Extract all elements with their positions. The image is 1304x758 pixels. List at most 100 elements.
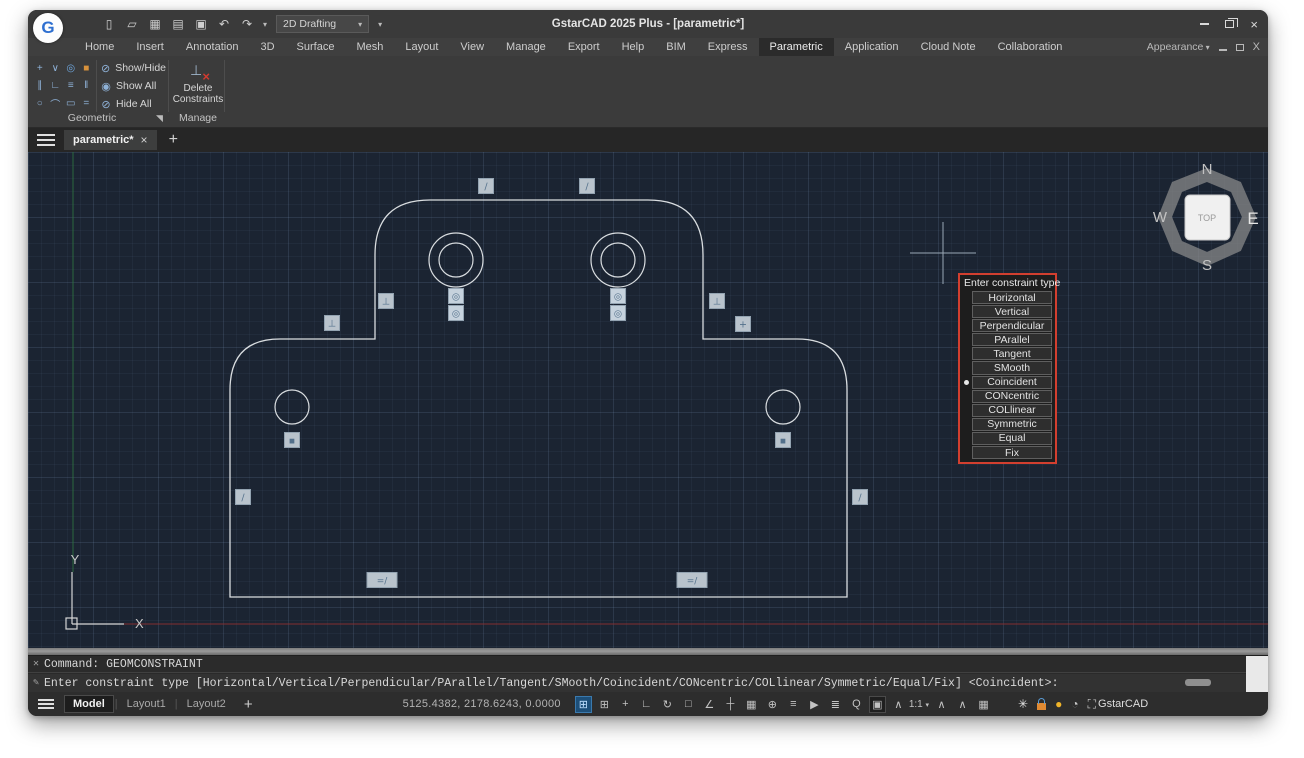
ribbon-tab-collaboration[interactable]: Collaboration [987, 38, 1074, 56]
ribbon-tab-3d[interactable]: 3D [249, 38, 285, 56]
object-snap-icon[interactable]: □ [680, 696, 697, 713]
settings-gear-icon[interactable]: ✳ [1018, 697, 1028, 711]
ribbon-tab-surface[interactable]: Surface [286, 38, 346, 56]
horizontal-constraint-icon[interactable]: ≡ [63, 77, 79, 94]
panel-launcher-icon[interactable]: ◥ [156, 113, 163, 124]
delete-constraints-button[interactable]: ⊥× Delete Constraints [171, 59, 225, 113]
print-icon[interactable]: ▣ [194, 17, 208, 31]
annotation-visibility-icon[interactable]: ∧ [933, 696, 950, 713]
menu-hamburger-icon[interactable] [37, 134, 55, 146]
3d-object-snap-icon[interactable]: ▦ [743, 696, 760, 713]
view-cube[interactable]: TOP N W E S [1152, 162, 1262, 272]
popup-item-equal[interactable]: Equal [972, 432, 1052, 445]
ribbon-tab-view[interactable]: View [449, 38, 495, 56]
redo-icon[interactable]: ↷ [240, 17, 254, 31]
angle-snap-icon[interactable]: ∠ [701, 696, 718, 713]
drawing-circle-3[interactable] [601, 243, 635, 277]
doc-close-button[interactable]: X [1253, 41, 1260, 53]
snap-reference-icon[interactable]: ┼ [722, 696, 739, 713]
ribbon-tab-layout[interactable]: Layout [394, 38, 449, 56]
drawing-svg[interactable]: YX∕∕⊥⊥⊥+◎◎◎◎▪▪∕∕=∕=∕ [28, 152, 1268, 648]
command-prompt-line[interactable]: Enter constraint type [Horizontal/Vertic… [44, 677, 1058, 690]
show-all-button[interactable]: ◉Show All [100, 77, 166, 95]
vertical-constraint-icon[interactable]: ‖ [79, 77, 95, 94]
tab-close-icon[interactable]: × [141, 133, 148, 147]
annotation-scale-icon[interactable]: ∧ [890, 696, 907, 713]
popup-item-concentric[interactable]: CONcentric [972, 390, 1052, 403]
popup-item-symmetric[interactable]: Symmetric [972, 418, 1052, 431]
hide-all-button[interactable]: ⊘Hide All [100, 95, 166, 113]
layout-tab-layout1[interactable]: Layout1 [119, 695, 174, 713]
doc-minimize-button[interactable] [1219, 49, 1227, 51]
minimize-button[interactable] [1200, 23, 1209, 25]
toolbar-options-icon[interactable]: ▾ [378, 20, 382, 29]
snap-mode-icon[interactable]: ⊞ [575, 696, 592, 713]
new-layout-button[interactable]: + [244, 696, 253, 713]
ribbon-tab-export[interactable]: Export [557, 38, 611, 56]
grid-display-icon[interactable]: ⊞ [596, 696, 613, 713]
open-folder-icon[interactable]: ▱ [125, 17, 139, 31]
layout-tab-model[interactable]: Model [64, 695, 114, 713]
command-scrollbar[interactable] [1246, 656, 1268, 692]
drawing-circle-5[interactable] [766, 390, 800, 424]
close-button[interactable]: × [1250, 18, 1258, 31]
popup-item-vertical[interactable]: Vertical [972, 305, 1052, 318]
ribbon-tab-annotation[interactable]: Annotation [175, 38, 250, 56]
undo-icon[interactable]: ↶ [217, 17, 231, 31]
zoom-icon[interactable]: Q [848, 696, 865, 713]
polar-tracking-icon[interactable]: ↻ [659, 696, 676, 713]
symmetric-constraint-icon[interactable]: ▭ [63, 95, 79, 112]
command-window-grip[interactable] [28, 648, 1268, 656]
collinear-constraint-icon[interactable]: ∨ [48, 60, 64, 77]
new-tab-button[interactable]: + [169, 131, 178, 149]
smooth-constraint-icon[interactable]: ⌒ [48, 95, 64, 112]
ribbon-tab-manage[interactable]: Manage [495, 38, 557, 56]
perpendicular-constraint-icon[interactable]: ∟ [48, 77, 64, 94]
object-tracking-icon[interactable]: ⊕ [764, 696, 781, 713]
ribbon-tab-application[interactable]: Application [834, 38, 910, 56]
drawing-circle-0[interactable] [429, 233, 483, 287]
ribbon-tab-help[interactable]: Help [611, 38, 656, 56]
undo-dropdown-icon[interactable]: ▾ [263, 20, 267, 29]
document-tab[interactable]: parametric* × [64, 130, 157, 150]
ribbon-tab-cloud-note[interactable]: Cloud Note [910, 38, 987, 56]
fix-constraint-icon[interactable]: ■ [79, 60, 95, 77]
drawing-circle-1[interactable] [439, 243, 473, 277]
coincident-constraint-icon[interactable]: + [32, 60, 48, 77]
popup-item-smooth[interactable]: SMooth [972, 361, 1052, 374]
layout-tab-layout2[interactable]: Layout2 [179, 695, 234, 713]
concentric-constraint-icon[interactable]: ◎ [63, 60, 79, 77]
ribbon-tab-home[interactable]: Home [74, 38, 125, 56]
annotation-scale-value[interactable]: 1:1 ▾ [909, 699, 929, 710]
restore-button[interactable] [1225, 20, 1234, 28]
ribbon-tab-insert[interactable]: Insert [125, 38, 175, 56]
popup-item-tangent[interactable]: Tangent [972, 347, 1052, 360]
ribbon-tab-mesh[interactable]: Mesh [345, 38, 394, 56]
workspace-dropdown[interactable]: 2D Drafting ▾ [276, 15, 369, 33]
popup-item-perpendicular[interactable]: Perpendicular [972, 319, 1052, 332]
app-logo[interactable]: G [33, 13, 63, 43]
fullscreen-icon[interactable]: ⛶ [1088, 697, 1096, 712]
new-file-icon[interactable]: ▯ [102, 17, 116, 31]
lightbulb-icon[interactable]: ● [1055, 697, 1062, 711]
lock-icon[interactable] [1037, 703, 1046, 710]
workspace-switch-icon[interactable]: ▣ [869, 696, 886, 713]
tangent-constraint-icon[interactable]: ○ [32, 95, 48, 112]
show-hide-button[interactable]: ⊘Show/Hide [100, 59, 166, 77]
drawing-circle-2[interactable] [591, 233, 645, 287]
save-all-icon[interactable]: ▤ [171, 17, 185, 31]
ribbon-tab-parametric[interactable]: Parametric [759, 38, 834, 56]
popup-item-coincident[interactable]: Coincident [972, 376, 1052, 389]
ortho-mode-icon[interactable]: ∟ [638, 696, 655, 713]
table-cells-icon[interactable]: ▦ [975, 696, 992, 713]
ribbon-tab-bim[interactable]: BIM [655, 38, 697, 56]
performance-gauge-icon[interactable]: ◔ [1071, 697, 1078, 711]
status-menu-icon[interactable] [38, 699, 54, 709]
command-close-icon[interactable]: ✕ [28, 658, 44, 670]
snap-to-grid-icon[interactable]: + [617, 696, 634, 713]
drawing-circle-4[interactable] [275, 390, 309, 424]
auto-annotation-icon[interactable]: ∧ [954, 696, 971, 713]
popup-item-horizontal[interactable]: Horizontal [972, 291, 1052, 304]
save-icon[interactable]: ▦ [148, 17, 162, 31]
parallel-constraint-icon[interactable]: ∥ [32, 77, 48, 94]
